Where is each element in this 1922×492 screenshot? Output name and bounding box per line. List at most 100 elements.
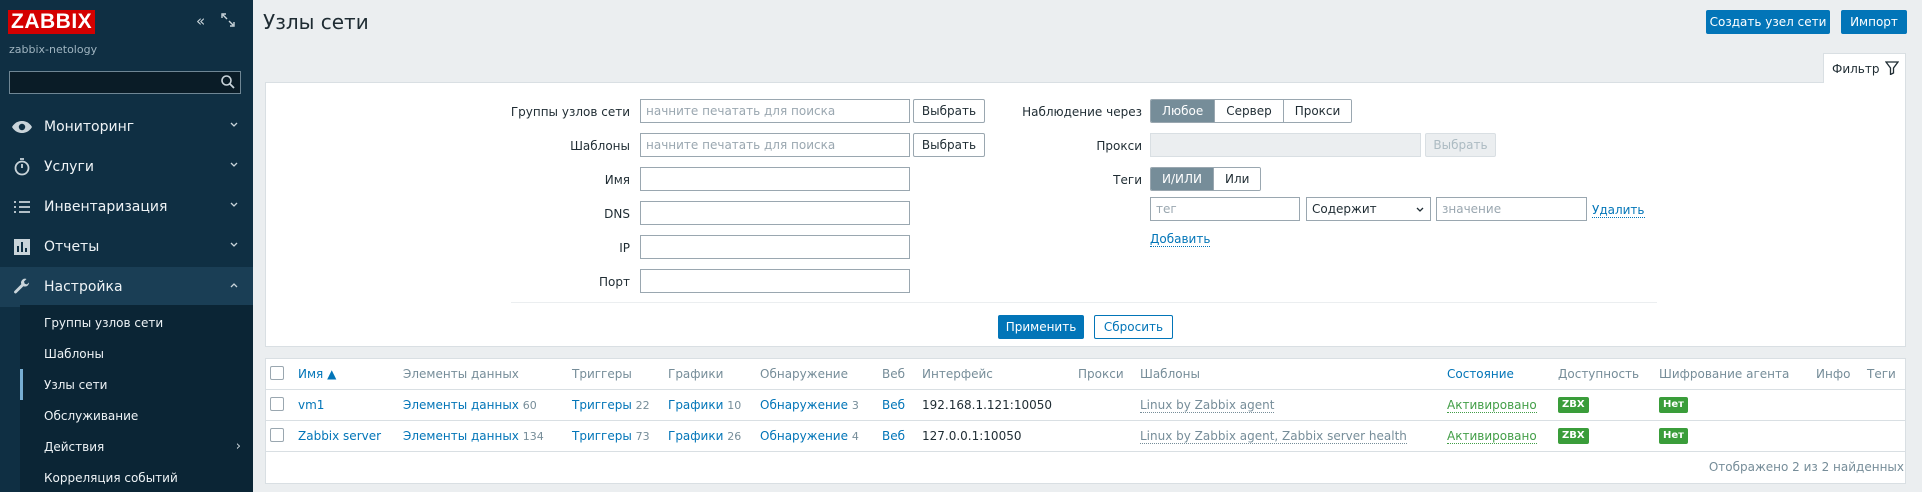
tags-or[interactable]: Или (1214, 168, 1261, 190)
results-count: Отображено 2 из 2 найденных (1708, 460, 1904, 474)
name-input[interactable] (640, 167, 910, 191)
graphs-link-label: Графики (668, 398, 724, 412)
menu-label: Услуги (44, 159, 94, 175)
submenu-host-groups[interactable]: Группы узлов сети (20, 307, 253, 338)
web-link[interactable]: Веб (882, 398, 905, 412)
discovery-link[interactable]: Обнаружение 3 (760, 398, 859, 412)
host-name-link[interactable]: Zabbix server (298, 429, 381, 443)
templates-select-button[interactable]: Выбрать (913, 133, 985, 157)
triggers-link[interactable]: Триггеры 73 (572, 429, 650, 443)
discovery-count: 4 (851, 430, 859, 443)
col-interface: Интерфейс (922, 367, 993, 381)
collapse-sidebar-icon[interactable]: « (196, 12, 205, 30)
menu-configuration[interactable]: Настройка (0, 267, 253, 307)
menu-monitoring[interactable]: Мониторинг (0, 107, 253, 147)
tag-operator-value: Содержит (1312, 202, 1377, 216)
menu-reports[interactable]: Отчеты (0, 227, 253, 267)
items-count: 60 (522, 399, 537, 412)
tag-value-input[interactable]: значение (1436, 197, 1587, 221)
row-checkbox[interactable] (270, 428, 284, 442)
apply-button[interactable]: Применить (998, 315, 1084, 339)
search-icon[interactable] (220, 74, 236, 90)
filter-divider (511, 302, 1657, 303)
graphs-link[interactable]: Графики 10 (668, 398, 741, 412)
items-link-label: Элементы данных (403, 429, 519, 443)
col-proxy: Прокси (1078, 367, 1124, 381)
templates-link[interactable]: Linux by Zabbix agent (1140, 398, 1275, 413)
kiosk-mode-icon[interactable] (221, 13, 235, 31)
monitored-by-server[interactable]: Сервер (1215, 100, 1284, 122)
port-input[interactable] (640, 269, 910, 293)
select-all-checkbox[interactable] (270, 366, 284, 380)
templates-input[interactable]: начните печатать для поиска (640, 133, 910, 157)
availability-badge[interactable]: ZBX (1558, 397, 1589, 413)
tag-operator-select[interactable]: Содержит (1306, 197, 1431, 221)
zabbix-logo[interactable]: ZABBIX (8, 10, 96, 34)
tag-name-input[interactable]: тег (1150, 197, 1300, 221)
filter-icon (1885, 61, 1899, 75)
chevron-down-icon (230, 162, 238, 167)
menu-label: Инвентаризация (44, 199, 168, 215)
encryption-badge: Нет (1659, 428, 1688, 444)
submenu-hosts[interactable]: Узлы сети (20, 369, 253, 400)
graphs-link[interactable]: Графики 26 (668, 429, 741, 443)
dns-input[interactable] (640, 201, 910, 225)
availability-badge[interactable]: ZBX (1558, 428, 1589, 444)
filter-tab[interactable]: Фильтр (1823, 53, 1906, 83)
eye-icon (0, 120, 44, 134)
discovery-link-label: Обнаружение (760, 398, 848, 412)
menu-label: Отчеты (44, 239, 100, 255)
triggers-count: 22 (635, 399, 650, 412)
menu-inventory[interactable]: Инвентаризация (0, 187, 253, 227)
web-link[interactable]: Веб (882, 429, 905, 443)
proxy-label: Прокси (1096, 139, 1142, 153)
tags-and-or[interactable]: И/ИЛИ (1151, 168, 1214, 190)
interface-value: 192.168.1.121:10050 (922, 398, 1053, 412)
status-link[interactable]: Активировано (1447, 429, 1537, 444)
discovery-link-label: Обнаружение (760, 429, 848, 443)
col-triggers: Триггеры (572, 367, 632, 381)
ip-input[interactable] (640, 235, 910, 259)
col-items: Элементы данных (403, 367, 519, 381)
col-name[interactable]: Имя ▲ (298, 367, 336, 381)
col-graphs: Графики (668, 367, 724, 381)
monitored-by-proxy[interactable]: Прокси (1283, 100, 1352, 122)
submenu-templates[interactable]: Шаблоны (20, 338, 253, 369)
discovery-link[interactable]: Обнаружение 4 (760, 429, 859, 443)
submenu-event-correlation[interactable]: Корреляция событий (20, 462, 253, 492)
triggers-link-label: Триггеры (572, 429, 632, 443)
clock-icon (0, 158, 44, 176)
templates-link[interactable]: Linux by Zabbix agent, Zabbix server hea… (1140, 429, 1407, 444)
col-availability: Доступность (1558, 367, 1640, 381)
import-button[interactable]: Импорт (1841, 10, 1907, 34)
status-link[interactable]: Активировано (1447, 398, 1537, 413)
items-link[interactable]: Элементы данных 134 (403, 429, 544, 443)
host-name-link[interactable]: vm1 (298, 398, 324, 412)
triggers-count: 73 (635, 430, 650, 443)
templates-label: Шаблоны (570, 139, 630, 153)
search-input[interactable] (9, 71, 241, 94)
port-label: Порт (599, 275, 630, 289)
host-groups-input[interactable]: начните печатать для поиска (640, 99, 910, 123)
triggers-link[interactable]: Триггеры 22 (572, 398, 650, 412)
proxy-input (1150, 133, 1421, 157)
chevron-down-icon (1416, 207, 1424, 212)
create-host-button[interactable]: Создать узел сети (1706, 10, 1830, 34)
row-checkbox[interactable] (270, 397, 284, 411)
wrench-icon (0, 278, 44, 296)
graphs-count: 10 (727, 399, 742, 412)
remove-tag-link[interactable]: Удалить (1592, 203, 1645, 218)
host-groups-select-button[interactable]: Выбрать (913, 99, 985, 123)
monitored-by-any[interactable]: Любое (1151, 100, 1216, 122)
interface-value: 127.0.0.1:10050 (922, 429, 1022, 443)
col-status[interactable]: Состояние (1447, 367, 1514, 381)
graphs-count: 26 (727, 430, 742, 443)
submenu-maintenance[interactable]: Обслуживание (20, 400, 253, 431)
items-count: 134 (522, 430, 544, 443)
reset-button[interactable]: Сбросить (1094, 315, 1173, 339)
server-name: zabbix-netology (9, 43, 98, 56)
menu-services[interactable]: Услуги (0, 147, 253, 187)
submenu-actions[interactable]: Действия › (20, 431, 253, 462)
add-tag-link[interactable]: Добавить (1150, 232, 1211, 247)
items-link[interactable]: Элементы данных 60 (403, 398, 537, 412)
